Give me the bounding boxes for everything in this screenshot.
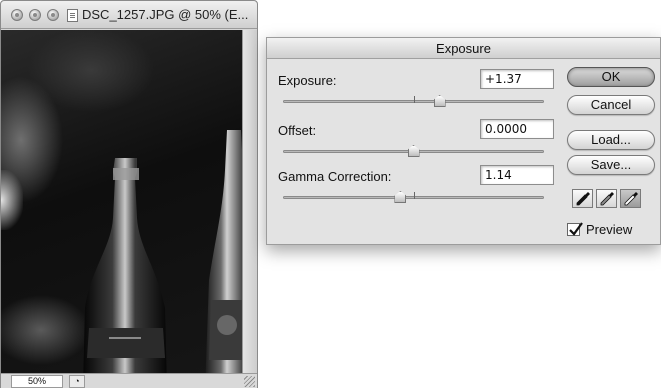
offset-input[interactable]: 0.0000 <box>480 119 554 139</box>
zoom-level-field[interactable]: 50% <box>11 375 63 388</box>
offset-slider-thumb[interactable] <box>407 145 420 157</box>
offset-label: Offset: <box>278 123 317 138</box>
document-titlebar[interactable]: DSC_1257.JPG @ 50% (E... <box>1 1 257 29</box>
preview-label[interactable]: Preview <box>586 222 632 237</box>
document-window: DSC_1257.JPG @ 50% (E... 50% ◔ <box>0 0 258 388</box>
close-window-icon[interactable] <box>11 9 23 21</box>
save-button[interactable]: Save... <box>567 155 655 175</box>
ok-button[interactable]: OK <box>567 67 655 87</box>
gamma-correction-input[interactable]: 1.14 <box>480 165 554 185</box>
exposure-label: Exposure: <box>278 73 337 88</box>
document-statusbar: 50% ◔ <box>1 373 257 388</box>
gamma-slider-center-tick <box>414 192 415 199</box>
checkmark-icon <box>569 222 583 236</box>
black-point-eyedropper-icon[interactable] <box>572 189 593 208</box>
resize-grip-icon[interactable] <box>244 376 255 387</box>
photo-canvas[interactable] <box>1 30 242 373</box>
load-button[interactable]: Load... <box>567 130 655 150</box>
gamma-correction-label: Gamma Correction: <box>278 169 392 184</box>
dialog-title: Exposure <box>436 41 491 56</box>
gray-point-eyedropper-icon[interactable] <box>596 189 617 208</box>
vertical-scrollbar[interactable] <box>242 30 257 373</box>
minimize-window-icon[interactable] <box>29 9 41 21</box>
document-file-icon <box>67 9 78 22</box>
cancel-button[interactable]: Cancel <box>567 95 655 115</box>
white-point-eyedropper-icon[interactable] <box>620 189 641 208</box>
document-title: DSC_1257.JPG @ 50% (E... <box>82 7 249 22</box>
preview-checkbox[interactable] <box>567 222 583 236</box>
gamma-slider-thumb[interactable] <box>394 191 407 203</box>
second-bottle-image <box>205 130 242 373</box>
exposure-slider-center-tick <box>414 96 415 103</box>
exposure-dialog: Exposure Exposure: +1.37 Offset: 0.0000 … <box>266 37 661 245</box>
champagne-bottle-image <box>83 158 167 373</box>
status-menu-icon[interactable]: ◔ <box>69 375 85 388</box>
photo-highlight <box>1 170 23 230</box>
zoom-window-icon[interactable] <box>47 9 59 21</box>
exposure-slider-thumb[interactable] <box>433 95 446 107</box>
dialog-titlebar[interactable]: Exposure <box>267 38 660 59</box>
exposure-input[interactable]: +1.37 <box>480 69 554 89</box>
